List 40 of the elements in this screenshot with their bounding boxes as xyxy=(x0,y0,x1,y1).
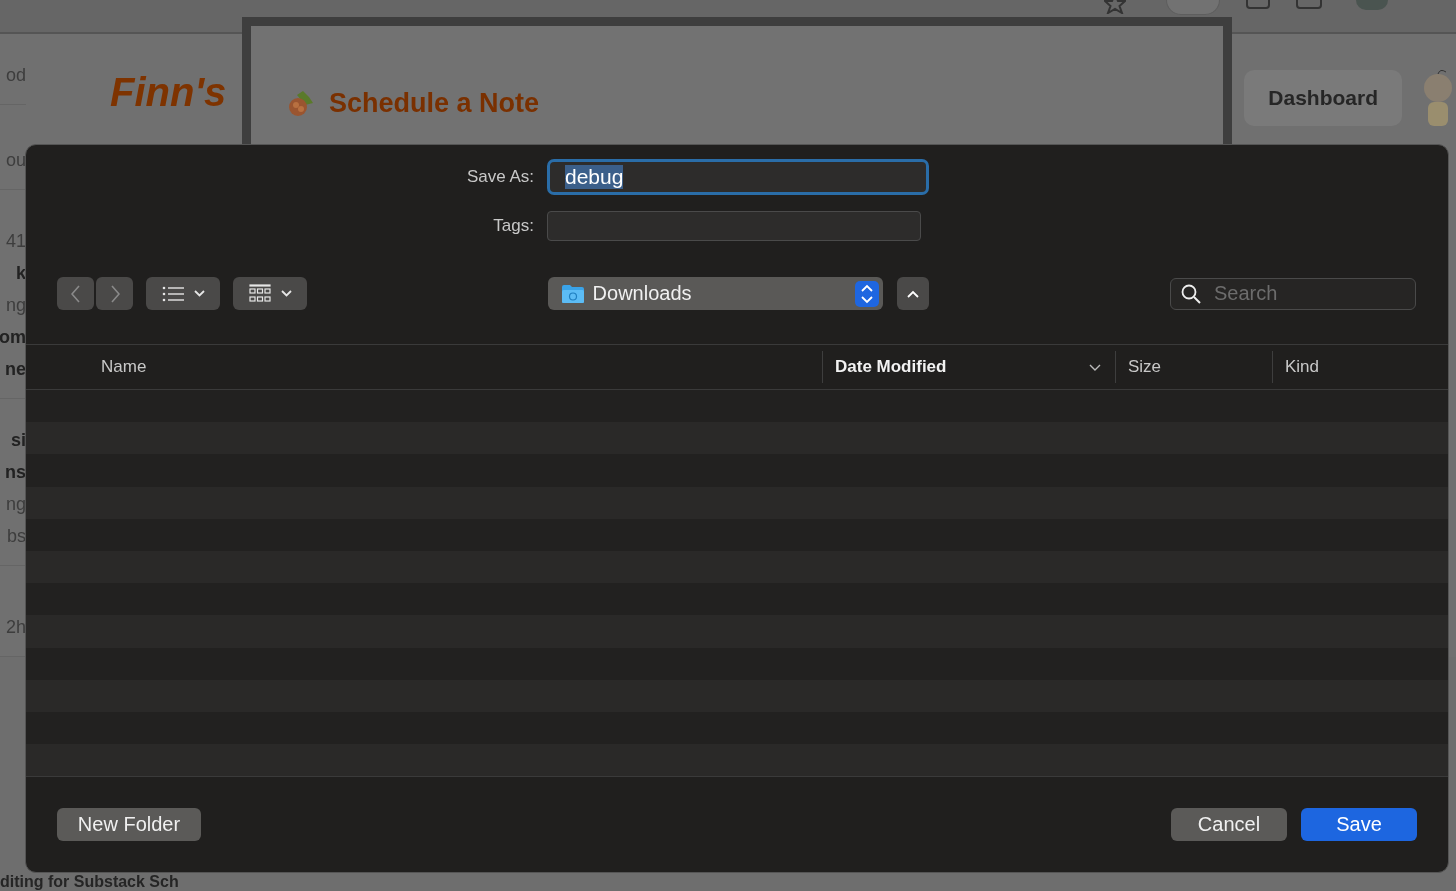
chevron-up-icon xyxy=(906,289,919,298)
dialog-button[interactable]: Cancel xyxy=(1171,808,1287,842)
sort-chevron-icon xyxy=(1089,363,1101,371)
list-view-button[interactable] xyxy=(146,277,220,310)
field-label: Tags: xyxy=(492,216,534,236)
stepper-icon xyxy=(854,280,879,307)
column-header[interactable]: Size xyxy=(1128,357,1162,377)
chevron-right-icon xyxy=(109,284,120,303)
grid-view-button[interactable] xyxy=(233,277,307,310)
chevron-left-icon xyxy=(70,284,81,303)
location-popup[interactable]: Downloads xyxy=(547,277,883,310)
text-fragment: om xyxy=(0,326,26,348)
text-fragment: ns xyxy=(5,461,26,483)
field-label: Save As: xyxy=(465,167,534,187)
search-field[interactable]: Search xyxy=(1170,277,1416,310)
column-header[interactable]: Name xyxy=(101,357,147,377)
account-avatar[interactable] xyxy=(1356,0,1388,10)
caret-icon xyxy=(280,290,292,297)
dashboard-button[interactable]: Dashboard xyxy=(1244,70,1402,126)
caret-icon xyxy=(193,290,205,297)
back-button[interactable] xyxy=(57,277,94,310)
folder-icon xyxy=(560,283,585,304)
grid-icon xyxy=(248,283,271,304)
search-icon xyxy=(1181,283,1201,304)
column-header[interactable]: Kind xyxy=(1285,357,1320,377)
text-fragment: ne xyxy=(5,358,26,380)
forward-button[interactable] xyxy=(96,277,133,310)
filename-field[interactable]: debug xyxy=(547,159,929,195)
column-header[interactable]: Date Modified xyxy=(835,357,947,377)
text-fragment: si xyxy=(11,429,26,451)
logo-text: Finn's xyxy=(110,70,227,116)
dialog-button[interactable]: Save xyxy=(1301,808,1417,842)
panel-title: Schedule a Note xyxy=(329,88,540,119)
article-title-fragment: diting for Substack Sch xyxy=(0,873,179,891)
text-fragment: k xyxy=(16,262,26,284)
tags-field[interactable] xyxy=(547,211,921,241)
list-icon xyxy=(161,285,184,302)
expand-button[interactable] xyxy=(896,277,929,310)
star-icon[interactable] xyxy=(1104,0,1126,14)
dialog-button[interactable]: New Folder xyxy=(57,808,201,842)
